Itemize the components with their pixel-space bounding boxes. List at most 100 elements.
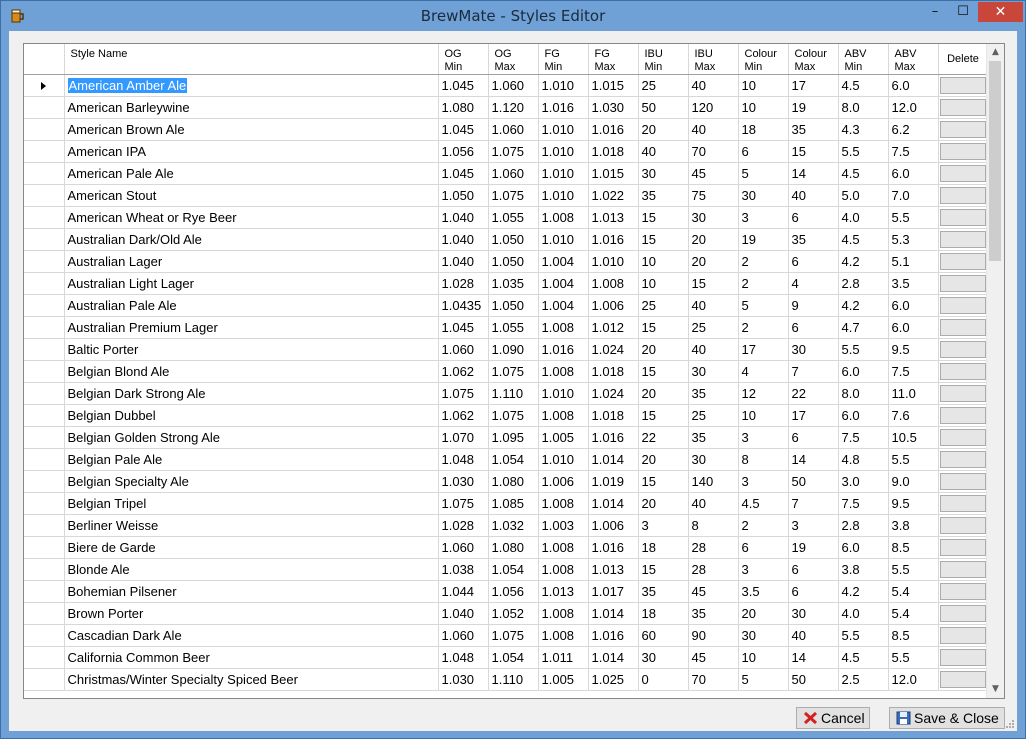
style-name-cell[interactable]: Cascadian Dark Ale [64, 624, 439, 647]
row-header[interactable] [24, 118, 65, 141]
value-cell[interactable]: 45 [688, 646, 739, 669]
value-cell[interactable]: 1.008 [588, 272, 639, 295]
value-cell[interactable]: 1.008 [538, 624, 589, 647]
value-cell[interactable]: 1.014 [588, 646, 639, 669]
value-cell[interactable]: 3 [738, 426, 789, 449]
value-cell[interactable]: 7.5 [888, 360, 939, 383]
value-cell[interactable]: 1.012 [588, 316, 639, 339]
value-cell[interactable]: 6 [788, 206, 839, 229]
value-cell[interactable]: 15 [638, 360, 689, 383]
value-cell[interactable]: 1.060 [438, 536, 489, 559]
value-cell[interactable]: 20 [688, 228, 739, 251]
value-cell[interactable]: 30 [688, 360, 739, 383]
value-cell[interactable]: 1.030 [588, 96, 639, 119]
value-cell[interactable]: 1.060 [438, 624, 489, 647]
value-cell[interactable]: 90 [688, 624, 739, 647]
value-cell[interactable]: 6.0 [838, 536, 889, 559]
value-cell[interactable]: 1.060 [488, 118, 539, 141]
value-cell[interactable]: 6 [788, 250, 839, 273]
value-cell[interactable]: 28 [688, 536, 739, 559]
value-cell[interactable]: 7 [788, 492, 839, 515]
table-row[interactable]: American IPA 1.056 1.075 1.010 1.018 40 70 6 15 5… [24, 140, 989, 163]
value-cell[interactable]: 40 [788, 184, 839, 207]
value-cell[interactable]: 5.5 [888, 646, 939, 669]
value-cell[interactable]: 30 [638, 646, 689, 669]
value-cell[interactable]: 1.004 [538, 294, 589, 317]
value-cell[interactable]: 15 [638, 404, 689, 427]
value-cell[interactable]: 1.005 [538, 426, 589, 449]
table-row[interactable]: Belgian Dubbel 1.062 1.075 1.008 1.018 15 25 10… [24, 404, 989, 427]
table-row[interactable]: American Pale Ale 1.045 1.060 1.010 1.015 30 4… [24, 162, 989, 185]
value-cell[interactable]: 1.045 [438, 316, 489, 339]
value-cell[interactable]: 1.004 [538, 250, 589, 273]
value-cell[interactable]: 2 [738, 514, 789, 537]
value-cell[interactable]: 20 [638, 382, 689, 405]
value-cell[interactable]: 1.019 [588, 470, 639, 493]
value-cell[interactable]: 4.2 [838, 580, 889, 603]
value-cell[interactable]: 3.5 [888, 272, 939, 295]
value-cell[interactable]: 1.120 [488, 96, 539, 119]
value-cell[interactable]: 2 [738, 316, 789, 339]
resize-grip-icon[interactable] [1005, 719, 1015, 729]
value-cell[interactable]: 2.8 [838, 272, 889, 295]
value-cell[interactable]: 1.016 [588, 228, 639, 251]
value-cell[interactable]: 30 [688, 206, 739, 229]
value-cell[interactable]: 6 [738, 536, 789, 559]
delete-row-button[interactable] [939, 209, 986, 226]
value-cell[interactable]: 4.5 [838, 74, 889, 97]
delete-row-button[interactable] [939, 275, 986, 292]
value-cell[interactable]: 1.008 [538, 316, 589, 339]
value-cell[interactable]: 18 [738, 118, 789, 141]
style-name-cell[interactable]: American Stout [64, 184, 439, 207]
minimize-button[interactable]: – [921, 2, 949, 22]
value-cell[interactable]: 4.2 [838, 294, 889, 317]
table-row[interactable]: Belgian Specialty Ale 1.030 1.080 1.006 1.01… [24, 470, 989, 493]
value-cell[interactable]: 17 [788, 74, 839, 97]
value-cell[interactable]: 3 [738, 206, 789, 229]
delete-row-button[interactable] [939, 583, 986, 600]
value-cell[interactable]: 8.5 [888, 536, 939, 559]
delete-row-button[interactable] [939, 77, 986, 94]
delete-row-button[interactable] [939, 561, 986, 578]
scroll-down-icon[interactable]: ▼ [987, 681, 1004, 698]
value-cell[interactable]: 1.004 [538, 272, 589, 295]
value-cell[interactable]: 5.5 [838, 338, 889, 361]
value-cell[interactable]: 140 [688, 470, 739, 493]
value-cell[interactable]: 1.055 [488, 206, 539, 229]
value-cell[interactable]: 4.5 [838, 646, 889, 669]
value-cell[interactable]: 1.016 [588, 536, 639, 559]
value-cell[interactable]: 1.018 [588, 404, 639, 427]
value-cell[interactable]: 1.006 [538, 470, 589, 493]
styles-grid[interactable]: Style Name OG Min OG Max FG Min FG Max IBU Mi… [23, 43, 1005, 699]
value-cell[interactable]: 1.080 [488, 536, 539, 559]
close-button[interactable]: ✕ [978, 2, 1023, 22]
value-cell[interactable]: 30 [688, 448, 739, 471]
delete-row-button[interactable] [939, 187, 986, 204]
value-cell[interactable]: 1.018 [588, 360, 639, 383]
value-cell[interactable]: 14 [788, 448, 839, 471]
value-cell[interactable]: 35 [788, 118, 839, 141]
value-cell[interactable]: 30 [788, 602, 839, 625]
value-cell[interactable]: 1.008 [538, 558, 589, 581]
style-name-cell[interactable]: Baltic Porter [64, 338, 439, 361]
value-cell[interactable]: 5.3 [888, 228, 939, 251]
value-cell[interactable]: 40 [688, 118, 739, 141]
style-name-cell[interactable]: American Brown Ale [64, 118, 439, 141]
row-header[interactable] [24, 426, 65, 449]
value-cell[interactable]: 20 [638, 492, 689, 515]
column-header[interactable]: IBU Max [688, 44, 739, 75]
value-cell[interactable]: 1.028 [438, 514, 489, 537]
row-header[interactable] [24, 448, 65, 471]
delete-row-button[interactable] [939, 671, 986, 688]
style-name-cell[interactable]: Belgian Golden Strong Ale [64, 426, 439, 449]
value-cell[interactable]: 1.015 [588, 74, 639, 97]
value-cell[interactable]: 14 [788, 646, 839, 669]
value-cell[interactable]: 9.5 [888, 492, 939, 515]
value-cell[interactable]: 10 [638, 250, 689, 273]
column-header[interactable]: Colour Max [788, 44, 839, 75]
column-header[interactable]: Delete [938, 44, 989, 75]
value-cell[interactable]: 5.4 [888, 580, 939, 603]
row-header[interactable] [24, 206, 65, 229]
value-cell[interactable]: 7.5 [888, 140, 939, 163]
value-cell[interactable]: 45 [688, 580, 739, 603]
